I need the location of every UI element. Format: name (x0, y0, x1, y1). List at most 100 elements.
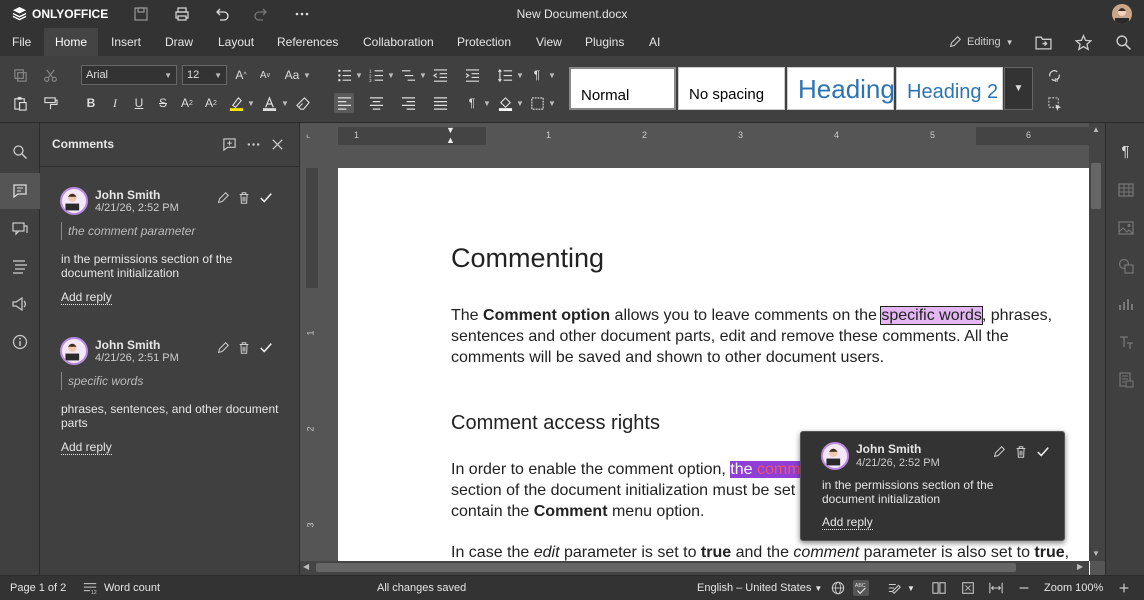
chevron-down-icon[interactable]: ▼ (387, 72, 395, 80)
justify-icon[interactable] (430, 93, 450, 113)
chat-icon[interactable] (0, 210, 40, 246)
paragraph-settings-icon[interactable]: ¶ (1106, 133, 1144, 169)
style-heading-2[interactable]: Heading 2 (896, 67, 1003, 110)
menu-collaboration[interactable]: Collaboration (352, 28, 445, 56)
language-select[interactable]: English – United States ▼ (697, 582, 822, 594)
multipage-view-icon[interactable] (931, 580, 947, 596)
delete-icon[interactable] (236, 190, 252, 206)
print-icon[interactable] (173, 5, 191, 23)
zoom-level[interactable]: Zoom 100% (1044, 582, 1103, 594)
info-icon[interactable] (0, 324, 40, 360)
chevron-down-icon[interactable]: ▼ (303, 72, 311, 80)
globe-icon[interactable] (830, 580, 846, 596)
font-size-select[interactable]: 12 ▼ (182, 65, 227, 85)
decrease-font-icon[interactable]: Av (255, 65, 275, 85)
highlighted-commented-text[interactable]: specific words (880, 306, 983, 325)
chevron-down-icon[interactable]: ▼ (548, 72, 556, 80)
search-icon[interactable] (0, 134, 40, 170)
bullet-list-icon[interactable] (334, 65, 354, 85)
chevron-down-icon[interactable]: ▼ (907, 584, 915, 593)
style-no-spacing[interactable]: No spacing (678, 67, 785, 110)
select-all-icon[interactable] (1044, 93, 1064, 113)
zoom-in-icon[interactable] (1116, 580, 1132, 596)
superscript-icon[interactable]: A2 (177, 93, 197, 113)
scroll-left-icon[interactable]: ◀ (303, 562, 309, 571)
menu-home[interactable]: Home (44, 28, 99, 56)
add-comment-icon[interactable] (220, 135, 238, 153)
navigation-icon[interactable] (0, 248, 40, 284)
menu-ai[interactable]: AI (638, 28, 671, 56)
comment-item[interactable]: John Smith 4/21/26, 2:52 PM the comment … (40, 173, 300, 313)
chevron-down-icon[interactable]: ▼ (355, 72, 363, 80)
comment-item[interactable]: John Smith 4/21/26, 2:51 PM specific wor… (40, 323, 300, 463)
paste-icon[interactable] (10, 93, 30, 113)
chevron-down-icon[interactable]: ▼ (548, 100, 556, 108)
more-icon[interactable] (293, 5, 311, 23)
menu-view[interactable]: View (525, 28, 573, 56)
shading-icon[interactable] (495, 93, 515, 113)
add-reply-link[interactable]: Add reply (61, 440, 112, 455)
align-right-icon[interactable] (398, 93, 418, 113)
align-center-icon[interactable] (366, 93, 386, 113)
favorite-star-icon[interactable] (1075, 28, 1092, 56)
chevron-down-icon[interactable]: ▼ (281, 100, 289, 108)
bold-icon[interactable]: B (81, 93, 101, 113)
more-options-icon[interactable] (244, 135, 262, 153)
vertical-scrollbar[interactable]: ▲ ▼ (1089, 123, 1105, 561)
page-indicator[interactable]: Page 1 of 2 (10, 582, 66, 594)
search-icon[interactable] (1115, 28, 1132, 56)
decrease-indent-icon[interactable] (430, 65, 450, 85)
chevron-down-icon[interactable]: ▼ (516, 72, 524, 80)
nonprinting-characters-icon[interactable]: ¶ (462, 93, 482, 113)
comment-popup[interactable]: John Smith 4/21/26, 2:52 PM in the permi… (800, 431, 1065, 541)
form-settings-icon[interactable] (1106, 362, 1144, 398)
scroll-down-icon[interactable]: ▼ (1092, 549, 1100, 558)
redo-icon[interactable] (252, 5, 270, 23)
fit-width-icon[interactable] (988, 580, 1004, 596)
tab-stop-selector[interactable]: ⌞ (306, 129, 316, 139)
delete-icon[interactable] (236, 340, 252, 356)
paragraph-settings-icon[interactable]: ¶ (527, 65, 547, 85)
scrollbar-thumb[interactable] (316, 563, 1016, 572)
undo-icon[interactable] (213, 5, 231, 23)
menu-plugins[interactable]: Plugins (574, 28, 635, 56)
table-settings-icon[interactable] (1106, 172, 1144, 208)
italic-icon[interactable]: I (105, 93, 125, 113)
style-heading-1[interactable]: Heading 1 (787, 67, 894, 110)
increase-indent-icon[interactable] (462, 65, 482, 85)
line-spacing-icon[interactable] (495, 65, 515, 85)
shape-settings-icon[interactable] (1106, 248, 1144, 284)
spellcheck-icon[interactable]: ABC (853, 580, 869, 596)
save-icon[interactable] (132, 5, 150, 23)
add-reply-link[interactable]: Add reply (822, 515, 873, 530)
font-color-icon[interactable] (259, 93, 279, 113)
delete-icon[interactable] (1013, 444, 1029, 460)
numbered-list-icon[interactable]: 123 (366, 65, 386, 85)
resolve-check-icon[interactable] (258, 190, 274, 206)
zoom-out-icon[interactable] (1016, 580, 1032, 596)
menu-references[interactable]: References (266, 28, 349, 56)
cut-icon[interactable] (40, 65, 60, 85)
underline-icon[interactable]: U (129, 93, 149, 113)
scroll-right-icon[interactable]: ▶ (1077, 562, 1083, 571)
track-changes-icon[interactable] (887, 580, 903, 596)
style-normal[interactable]: Normal (569, 67, 676, 110)
chevron-down-icon[interactable]: ▼ (483, 100, 491, 108)
text-art-settings-icon[interactable] (1106, 324, 1144, 360)
font-name-select[interactable]: Arial ▼ (81, 65, 177, 85)
fit-page-icon[interactable] (960, 580, 976, 596)
scrollbar-thumb[interactable] (1091, 163, 1101, 209)
borders-icon[interactable] (527, 93, 547, 113)
comments-icon[interactable] (0, 173, 40, 209)
menu-insert[interactable]: Insert (100, 28, 152, 56)
word-count-button[interactable]: Word count (104, 582, 160, 594)
chart-settings-icon[interactable] (1106, 286, 1144, 322)
close-icon[interactable] (268, 135, 286, 153)
clear-formatting-icon[interactable] (293, 93, 313, 113)
increase-font-icon[interactable]: A ^ (231, 65, 251, 85)
word-count-icon[interactable]: 123 (82, 580, 98, 596)
edit-icon[interactable] (215, 190, 231, 206)
edit-icon[interactable] (991, 444, 1007, 460)
menu-draw[interactable]: Draw (154, 28, 204, 56)
multilevel-list-icon[interactable] (398, 65, 418, 85)
